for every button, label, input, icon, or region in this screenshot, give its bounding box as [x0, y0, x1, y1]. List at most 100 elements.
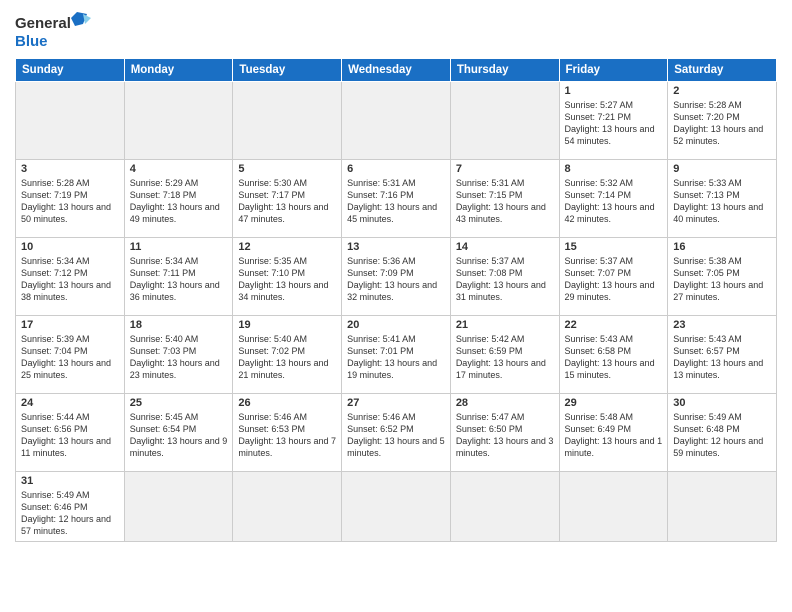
calendar-cell: 7 Sunrise: 5:31 AM Sunset: 7:15 PM Daylig…	[450, 160, 559, 238]
page: General Blue SundayMondayTuesdayWednesda…	[0, 0, 792, 612]
calendar-cell	[16, 82, 125, 160]
svg-text:Blue: Blue	[15, 33, 48, 50]
day-info: Sunrise: 5:31 AM Sunset: 7:16 PM Dayligh…	[347, 177, 445, 226]
day-number: 14	[456, 241, 554, 253]
day-number: 11	[130, 241, 228, 253]
day-number: 24	[21, 397, 119, 409]
calendar-cell: 24Sunrise: 5:44 AM Sunset: 6:56 PM Dayli…	[16, 394, 125, 472]
calendar-cell: 17 Sunrise: 5:39 AM Sunset: 7:04 PM Dayli…	[16, 316, 125, 394]
day-info: Sunrise: 5:33 AM Sunset: 7:13 PM Dayligh…	[673, 177, 771, 226]
calendar-cell: 30Sunrise: 5:49 AM Sunset: 6:48 PM Dayli…	[668, 394, 777, 472]
day-number: 29	[565, 397, 663, 409]
weekday-header-thursday: Thursday	[450, 59, 559, 82]
day-info: Sunrise: 5:46 AM Sunset: 6:52 PM Dayligh…	[347, 411, 445, 460]
logo: General Blue	[15, 10, 95, 50]
calendar-cell	[342, 82, 451, 160]
day-info: Sunrise: 5:34 AM Sunset: 7:12 PM Dayligh…	[21, 255, 119, 304]
day-info: Sunrise: 5:49 AM Sunset: 6:46 PM Dayligh…	[21, 489, 119, 538]
calendar-cell: 19 Sunrise: 5:40 AM Sunset: 7:02 PM Dayli…	[233, 316, 342, 394]
day-number: 26	[238, 397, 336, 409]
day-number: 21	[456, 319, 554, 331]
day-info: Sunrise: 5:45 AM Sunset: 6:54 PM Dayligh…	[130, 411, 228, 460]
calendar-cell: 20Sunrise: 5:41 AM Sunset: 7:01 PM Dayli…	[342, 316, 451, 394]
calendar-week-1: 1Sunrise: 5:27 AM Sunset: 7:21 PM Daylig…	[16, 82, 777, 160]
day-number: 13	[347, 241, 445, 253]
day-number: 7	[456, 163, 554, 175]
day-number: 23	[673, 319, 771, 331]
weekday-header-sunday: Sunday	[16, 59, 125, 82]
day-number: 9	[673, 163, 771, 175]
calendar-cell	[450, 82, 559, 160]
logo-svg: General Blue	[15, 10, 95, 50]
weekday-header-saturday: Saturday	[668, 59, 777, 82]
day-info: Sunrise: 5:31 AM Sunset: 7:15 PM Dayligh…	[456, 177, 554, 226]
day-number: 8	[565, 163, 663, 175]
day-info: Sunrise: 5:48 AM Sunset: 6:49 PM Dayligh…	[565, 411, 663, 460]
calendar-week-3: 10 Sunrise: 5:34 AM Sunset: 7:12 PM Dayli…	[16, 238, 777, 316]
calendar-cell: 15 Sunrise: 5:37 AM Sunset: 7:07 PM Dayli…	[559, 238, 668, 316]
calendar-cell: 2Sunrise: 5:28 AM Sunset: 7:20 PM Daylig…	[668, 82, 777, 160]
calendar-cell: 9 Sunrise: 5:33 AM Sunset: 7:13 PM Daylig…	[668, 160, 777, 238]
calendar-cell	[233, 82, 342, 160]
calendar-table: SundayMondayTuesdayWednesdayThursdayFrid…	[15, 58, 777, 542]
day-number: 15	[565, 241, 663, 253]
calendar-week-6: 31Sunrise: 5:49 AM Sunset: 6:46 PM Dayli…	[16, 472, 777, 542]
day-info: Sunrise: 5:28 AM Sunset: 7:19 PM Dayligh…	[21, 177, 119, 226]
day-number: 18	[130, 319, 228, 331]
calendar-cell: 28Sunrise: 5:47 AM Sunset: 6:50 PM Dayli…	[450, 394, 559, 472]
day-info: Sunrise: 5:43 AM Sunset: 6:58 PM Dayligh…	[565, 333, 663, 382]
calendar-week-4: 17 Sunrise: 5:39 AM Sunset: 7:04 PM Dayli…	[16, 316, 777, 394]
day-number: 25	[130, 397, 228, 409]
day-info: Sunrise: 5:49 AM Sunset: 6:48 PM Dayligh…	[673, 411, 771, 460]
day-number: 20	[347, 319, 445, 331]
day-info: Sunrise: 5:37 AM Sunset: 7:07 PM Dayligh…	[565, 255, 663, 304]
calendar-cell: 11 Sunrise: 5:34 AM Sunset: 7:11 PM Dayli…	[124, 238, 233, 316]
calendar-cell: 18Sunrise: 5:40 AM Sunset: 7:03 PM Dayli…	[124, 316, 233, 394]
calendar-cell	[559, 472, 668, 542]
day-number: 5	[238, 163, 336, 175]
day-number: 3	[21, 163, 119, 175]
day-number: 4	[130, 163, 228, 175]
weekday-header-wednesday: Wednesday	[342, 59, 451, 82]
day-info: Sunrise: 5:40 AM Sunset: 7:02 PM Dayligh…	[238, 333, 336, 382]
weekday-header-row: SundayMondayTuesdayWednesdayThursdayFrid…	[16, 59, 777, 82]
weekday-header-friday: Friday	[559, 59, 668, 82]
weekday-header-tuesday: Tuesday	[233, 59, 342, 82]
day-number: 6	[347, 163, 445, 175]
day-info: Sunrise: 5:30 AM Sunset: 7:17 PM Dayligh…	[238, 177, 336, 226]
svg-text:General: General	[15, 15, 71, 32]
calendar-cell	[450, 472, 559, 542]
calendar-cell: 31Sunrise: 5:49 AM Sunset: 6:46 PM Dayli…	[16, 472, 125, 542]
day-number: 17	[21, 319, 119, 331]
day-number: 12	[238, 241, 336, 253]
day-info: Sunrise: 5:37 AM Sunset: 7:08 PM Dayligh…	[456, 255, 554, 304]
day-number: 27	[347, 397, 445, 409]
day-number: 22	[565, 319, 663, 331]
day-info: Sunrise: 5:39 AM Sunset: 7:04 PM Dayligh…	[21, 333, 119, 382]
day-info: Sunrise: 5:32 AM Sunset: 7:14 PM Dayligh…	[565, 177, 663, 226]
calendar-cell	[342, 472, 451, 542]
day-info: Sunrise: 5:27 AM Sunset: 7:21 PM Dayligh…	[565, 99, 663, 148]
day-info: Sunrise: 5:34 AM Sunset: 7:11 PM Dayligh…	[130, 255, 228, 304]
day-info: Sunrise: 5:43 AM Sunset: 6:57 PM Dayligh…	[673, 333, 771, 382]
day-number: 2	[673, 85, 771, 97]
calendar-cell: 26 Sunrise: 5:46 AM Sunset: 6:53 PM Dayli…	[233, 394, 342, 472]
calendar-cell: 8 Sunrise: 5:32 AM Sunset: 7:14 PM Daylig…	[559, 160, 668, 238]
calendar-cell: 14 Sunrise: 5:37 AM Sunset: 7:08 PM Dayli…	[450, 238, 559, 316]
day-info: Sunrise: 5:46 AM Sunset: 6:53 PM Dayligh…	[238, 411, 336, 460]
calendar-cell: 23 Sunrise: 5:43 AM Sunset: 6:57 PM Dayli…	[668, 316, 777, 394]
day-number: 10	[21, 241, 119, 253]
calendar-cell: 1Sunrise: 5:27 AM Sunset: 7:21 PM Daylig…	[559, 82, 668, 160]
day-info: Sunrise: 5:47 AM Sunset: 6:50 PM Dayligh…	[456, 411, 554, 460]
calendar-week-5: 24Sunrise: 5:44 AM Sunset: 6:56 PM Dayli…	[16, 394, 777, 472]
calendar-cell: 6 Sunrise: 5:31 AM Sunset: 7:16 PM Daylig…	[342, 160, 451, 238]
calendar-cell	[668, 472, 777, 542]
calendar-cell: 27 Sunrise: 5:46 AM Sunset: 6:52 PM Dayli…	[342, 394, 451, 472]
calendar-cell	[124, 82, 233, 160]
calendar-cell: 25 Sunrise: 5:45 AM Sunset: 6:54 PM Dayli…	[124, 394, 233, 472]
calendar-cell: 16Sunrise: 5:38 AM Sunset: 7:05 PM Dayli…	[668, 238, 777, 316]
calendar-cell: 3 Sunrise: 5:28 AM Sunset: 7:19 PM Daylig…	[16, 160, 125, 238]
calendar-cell: 21Sunrise: 5:42 AM Sunset: 6:59 PM Dayli…	[450, 316, 559, 394]
weekday-header-monday: Monday	[124, 59, 233, 82]
day-number: 19	[238, 319, 336, 331]
